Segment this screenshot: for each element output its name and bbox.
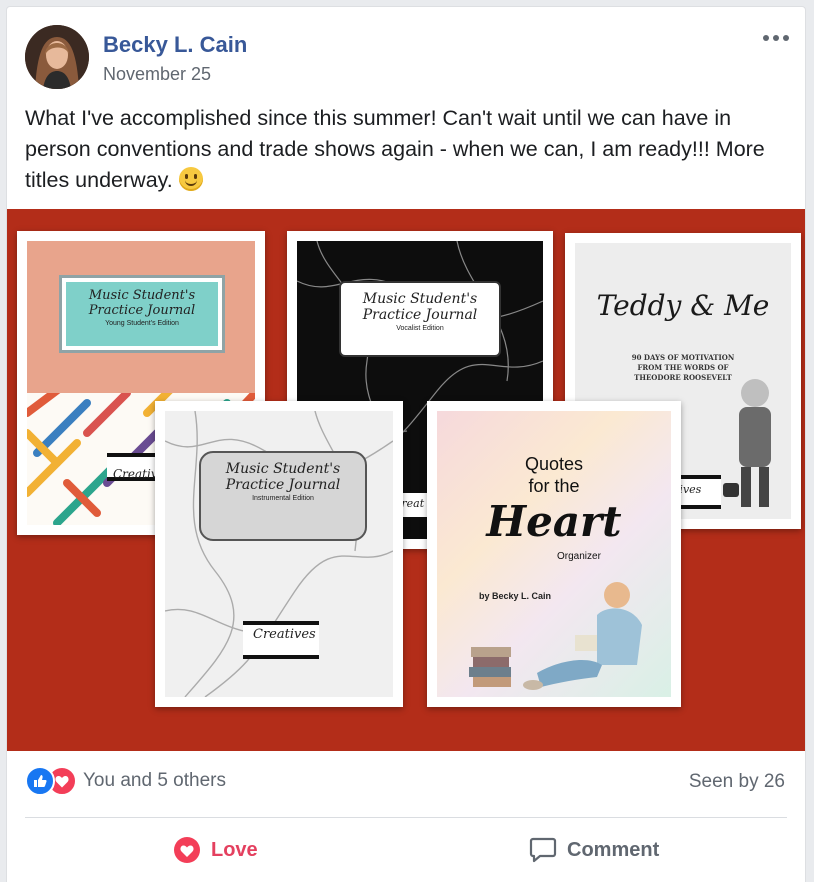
- author-name[interactable]: Becky L. Cain: [103, 32, 247, 58]
- like-reaction-icon: [25, 766, 55, 796]
- book2-edition: Vocalist Edition: [396, 325, 444, 332]
- book4-edition: Instrumental Edition: [252, 495, 314, 502]
- book2-title1: Music Student's: [362, 291, 478, 307]
- book5-title4: Organizer: [557, 551, 601, 562]
- post-card: Becky L. Cain November 25 What I've acco…: [6, 6, 806, 882]
- book4-brand: Creatives: [253, 627, 316, 642]
- smiley-emoji-icon: [178, 167, 203, 191]
- action-divider: [25, 817, 787, 818]
- post-text-content: What I've accomplished since this summer…: [25, 106, 765, 192]
- post-photo[interactable]: Music Student's Practice Journal Young S…: [7, 209, 805, 751]
- seen-by-text[interactable]: Seen by 26: [689, 771, 785, 793]
- roosevelt-illustration: [723, 379, 771, 507]
- book1-edition: Young Student's Edition: [105, 320, 179, 327]
- book3-subtitle1: 90 DAYS OF MOTIVATION: [631, 353, 735, 362]
- reaction-count-text[interactable]: You and 5 others: [83, 770, 226, 792]
- book3-title: Teddy & Me: [596, 289, 770, 322]
- book1-title2: Practice Journal: [88, 303, 196, 318]
- book3-subtitle2: FROM THE WORDS OF: [637, 363, 729, 372]
- book2-title2: Practice Journal: [362, 307, 478, 323]
- book5-title3: Heart: [486, 497, 622, 546]
- author-avatar[interactable]: [25, 25, 89, 89]
- love-button-label: Love: [211, 838, 258, 861]
- comment-icon: [529, 837, 557, 863]
- reactions-summary[interactable]: You and 5 others: [25, 766, 226, 796]
- post-text: What I've accomplished since this summer…: [25, 103, 795, 196]
- reading-girl-illustration: [469, 582, 642, 690]
- book4-title2: Practice Journal: [225, 477, 341, 493]
- book4-title1: Music Student's: [225, 461, 341, 477]
- love-icon: [174, 837, 200, 863]
- book1-title1: Music Student's: [88, 288, 196, 303]
- comment-button[interactable]: Comment: [529, 833, 659, 867]
- book5-title1: Quotes: [524, 454, 584, 474]
- book-quotes-heart: Quotes for the Heart Organizer by Becky …: [427, 401, 681, 707]
- love-button[interactable]: Love: [173, 833, 258, 867]
- post-date[interactable]: November 25: [103, 64, 211, 85]
- book5-title2: for the: [528, 476, 580, 496]
- book-instrumental: Music Student's Practice Journal Instrum…: [155, 401, 403, 707]
- comment-button-label: Comment: [567, 838, 660, 861]
- ellipsis-icon[interactable]: [761, 29, 791, 47]
